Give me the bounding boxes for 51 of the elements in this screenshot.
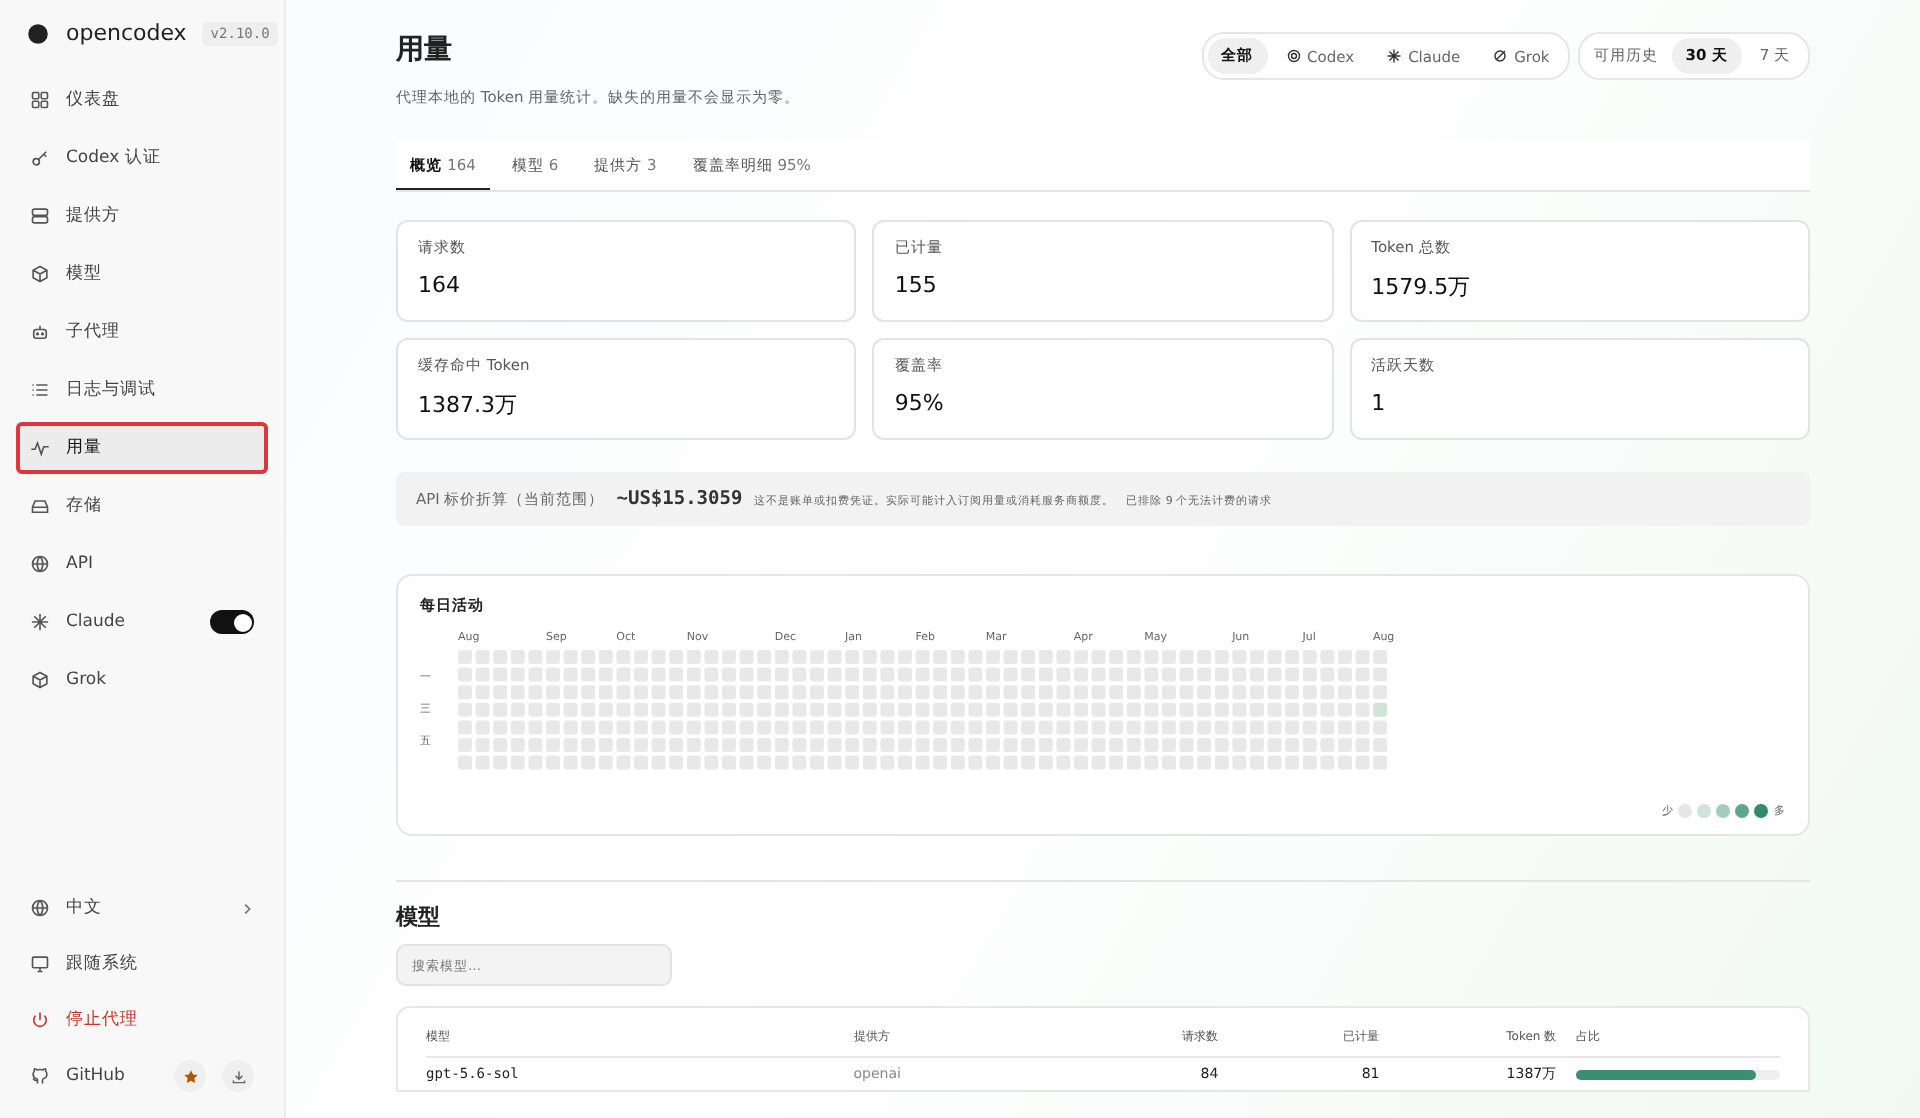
stat-value: 1579.5万: [1371, 272, 1473, 302]
power-icon: [30, 1010, 50, 1030]
nav-item[interactable]: 日志与调试: [16, 364, 268, 416]
asterisk-icon: [1386, 48, 1403, 64]
cost-value: ~US$15.3059: [616, 488, 743, 510]
star-button[interactable]: [174, 1060, 206, 1092]
nav-item[interactable]: Grok: [16, 654, 268, 706]
app-name: opencodex: [66, 20, 187, 46]
section-title: 模型: [396, 902, 442, 932]
grid-icon: [30, 90, 50, 110]
cube-icon: [30, 670, 50, 690]
chevron-icon: [240, 901, 254, 915]
nav-item[interactable]: Codex 认证: [16, 132, 268, 184]
stat-value: 1: [1371, 390, 1388, 416]
nav-item[interactable]: API: [16, 538, 268, 590]
monitor-icon: [30, 954, 50, 974]
download-icon: [229, 1067, 247, 1085]
stat-value: 95%: [894, 390, 946, 416]
theme-item[interactable]: 跟随系统: [16, 938, 268, 990]
asterisk-icon: [30, 612, 50, 632]
legend-scale: [1678, 804, 1770, 818]
nav-item[interactable]: 模型: [16, 248, 268, 300]
nav-item[interactable]: 存储: [16, 480, 268, 532]
logo-icon: [26, 21, 50, 45]
stat-value: 164: [418, 272, 462, 298]
pulse-icon: [30, 438, 50, 458]
nav-item[interactable]: Claude: [16, 596, 268, 648]
globe-icon: [30, 554, 50, 574]
server-icon: [30, 206, 50, 226]
stat-value: 155: [894, 272, 939, 298]
download-button[interactable]: [222, 1060, 254, 1092]
nav-item[interactable]: 子代理: [16, 306, 268, 358]
stat-value: 1387.3万: [418, 390, 519, 420]
slashed-circle-icon: [1492, 48, 1509, 64]
star-icon: [181, 1067, 199, 1085]
nav-item[interactable]: 仪表盘: [16, 74, 268, 126]
github-link[interactable]: GitHub: [16, 1050, 268, 1102]
nav-item[interactable]: 用量: [16, 422, 268, 474]
stop-proxy-button[interactable]: 停止代理: [16, 994, 268, 1046]
knot-icon: [1285, 48, 1302, 64]
language-menu[interactable]: 中文: [16, 882, 268, 934]
robot-icon: [30, 322, 50, 342]
list-icon: [30, 380, 50, 400]
toggle-switch[interactable]: [210, 610, 254, 634]
globe-icon: [30, 898, 50, 918]
github-icon: [30, 1066, 50, 1086]
page-title: 用量: [396, 32, 454, 68]
cube-icon: [30, 264, 50, 284]
nav-item[interactable]: 提供方: [16, 190, 268, 242]
drive-icon: [30, 496, 50, 516]
key-icon: [30, 148, 50, 168]
